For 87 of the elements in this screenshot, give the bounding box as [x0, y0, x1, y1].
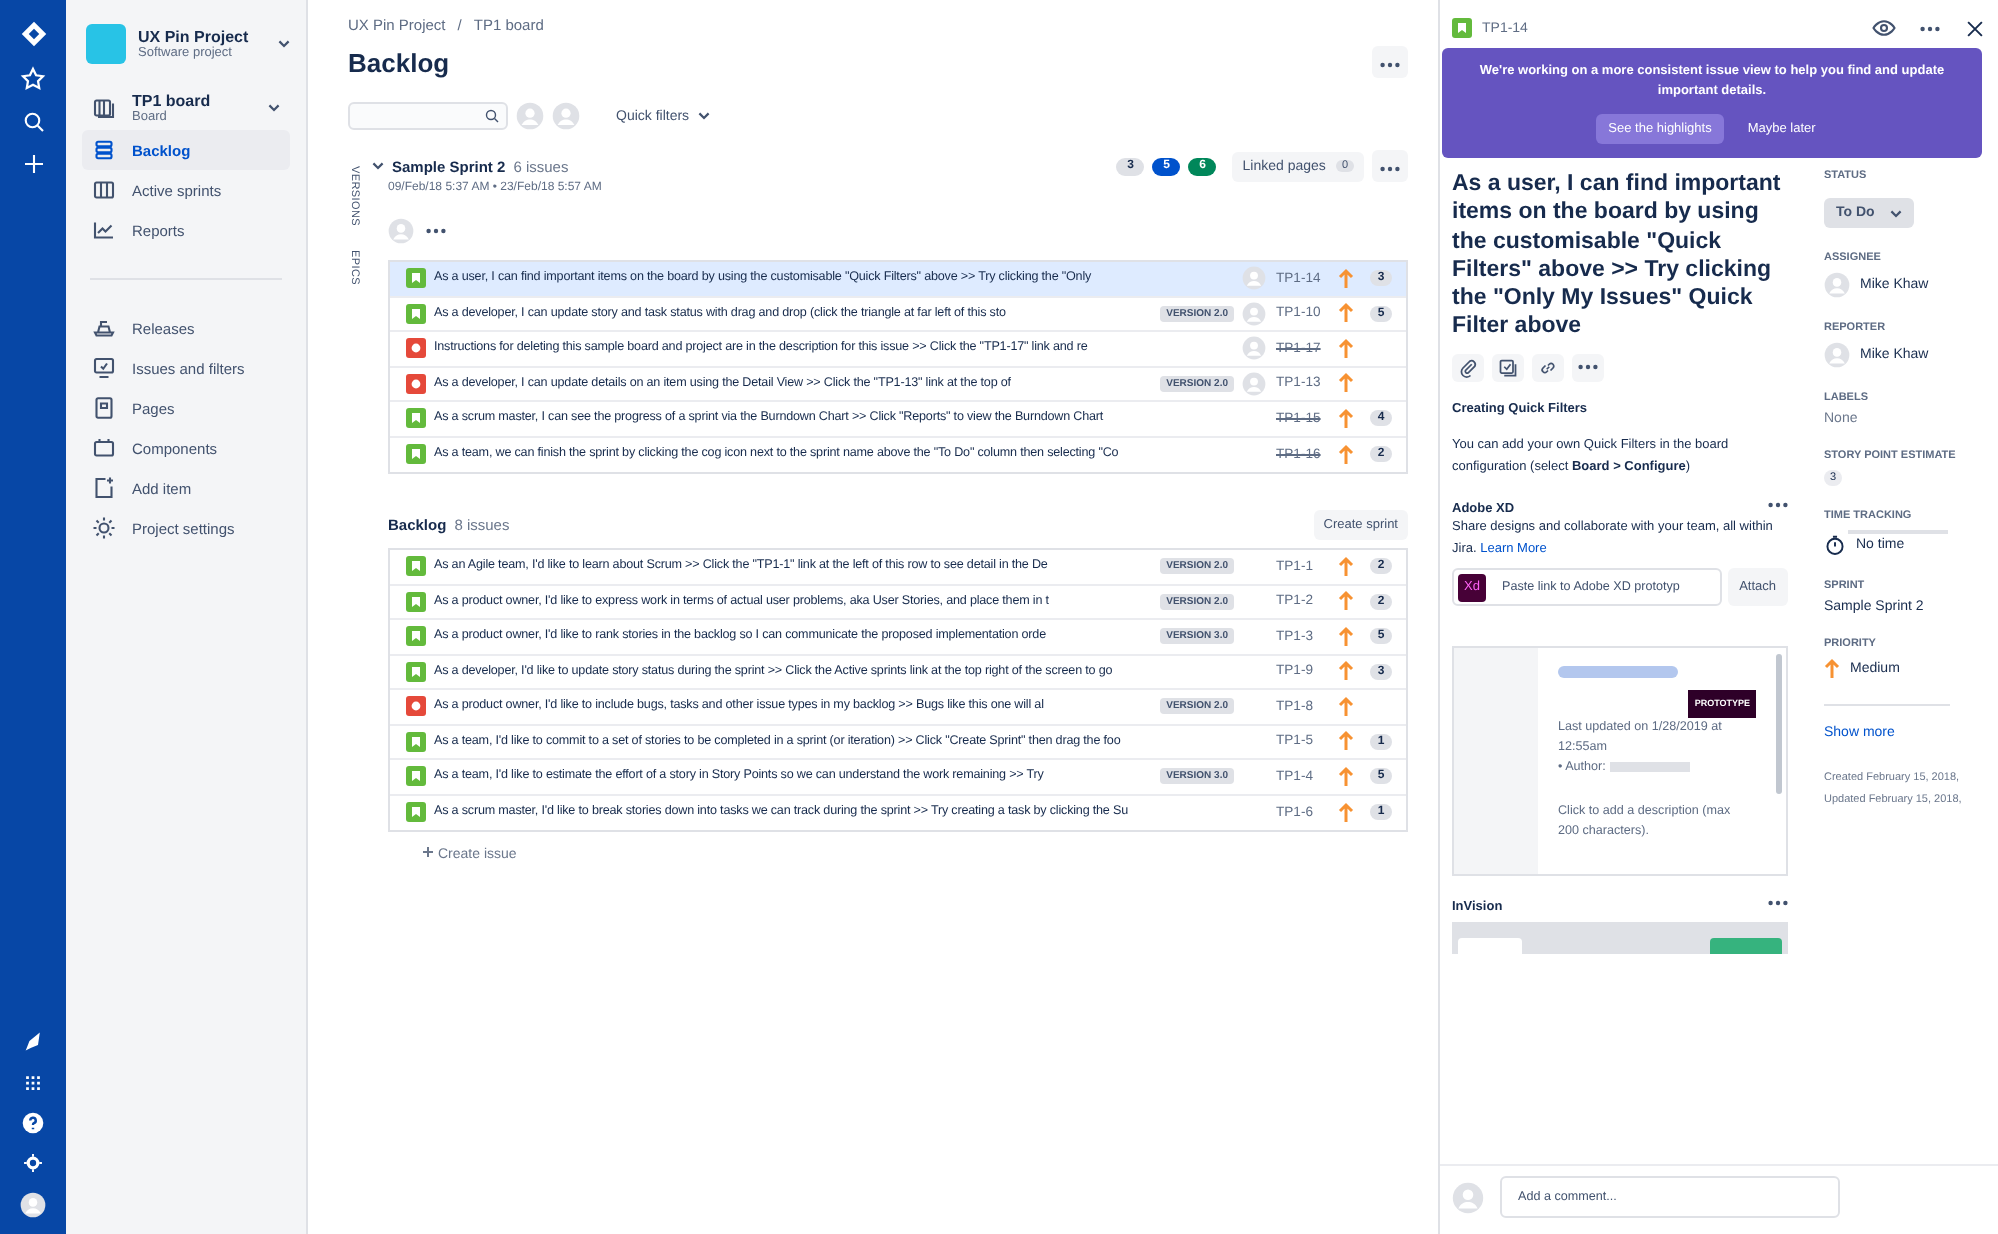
backlog-icon: [92, 138, 116, 162]
bookmark-icon: [406, 661, 426, 682]
avatar-icon: [552, 102, 580, 130]
search-field[interactable]: [348, 102, 508, 130]
blurred-author: [1609, 761, 1690, 772]
board-name[interactable]: TP1 board: [132, 92, 252, 110]
profile-avatar-icon: [20, 1192, 46, 1218]
bookmark-icon: [406, 408, 426, 429]
ship-icon: [92, 316, 116, 340]
avatar-icon: [1452, 1181, 1484, 1213]
diamond-logo-icon[interactable]: [19, 20, 47, 48]
bug-icon: [406, 373, 426, 394]
bookmark-icon: [406, 802, 426, 823]
priority-icon: [1338, 801, 1354, 824]
priority-icon: [1338, 267, 1354, 290]
search-icon: [484, 108, 500, 124]
priority-icon: [1824, 658, 1840, 680]
priority-icon: [1338, 555, 1354, 578]
attach-button[interactable]: [1452, 353, 1484, 382]
bookmark-icon: [406, 591, 426, 612]
page-title: Backlog: [348, 47, 450, 77]
avatar-icon: [1824, 342, 1850, 368]
stopwatch-icon: [1824, 534, 1846, 556]
link-icon: [1538, 357, 1558, 378]
app-grid-icon: [22, 1072, 44, 1094]
more-button[interactable]: [1372, 150, 1408, 182]
priority-icon: [1338, 625, 1354, 648]
bookmark-icon: [406, 444, 426, 465]
eye-icon: [1872, 16, 1896, 40]
avatar-icon: [516, 102, 544, 130]
priority-icon: [1338, 372, 1354, 395]
more-icon: [1380, 62, 1400, 68]
project-logo-icon: [86, 24, 126, 64]
more-icon[interactable]: [1920, 25, 1940, 31]
scrollbar[interactable]: [1776, 653, 1782, 794]
bookmark-icon: [406, 766, 426, 787]
help-icon[interactable]: [22, 1112, 44, 1134]
bookmark-icon: [1452, 18, 1472, 38]
page-icon: [92, 396, 116, 420]
chevron-icon[interactable]: [697, 112, 710, 120]
priority-icon: [1338, 337, 1354, 360]
more-icon[interactable]: [426, 228, 446, 234]
avatar-icon: [1824, 272, 1850, 298]
chevron-icon[interactable]: [268, 104, 280, 112]
more-button[interactable]: [1572, 353, 1604, 382]
collapse-icon[interactable]: [372, 162, 384, 170]
calendar-icon: [92, 436, 116, 460]
chart-icon: [92, 218, 116, 242]
priority-icon: [1338, 590, 1354, 613]
bookmark-icon: [406, 731, 426, 752]
bookmark-icon: [406, 303, 426, 324]
project-name[interactable]: UX Pin Project: [138, 28, 266, 46]
more-button[interactable]: [1372, 46, 1408, 78]
add-page-icon: [92, 476, 116, 500]
priority-icon: [1338, 443, 1354, 466]
board-icon: [92, 96, 116, 120]
bookmark-icon: [406, 626, 426, 647]
bug-icon: [406, 338, 426, 359]
plus-icon: [21, 152, 45, 176]
priority-icon: [1338, 695, 1354, 718]
bug-icon: [406, 696, 426, 717]
bookmark-icon: [406, 556, 426, 577]
more-icon: [1578, 364, 1598, 371]
priority-icon: [1338, 730, 1354, 753]
more-icon[interactable]: [1768, 501, 1788, 508]
search-icon: [21, 110, 45, 134]
monitor-icon: [92, 356, 116, 380]
priority-icon: [1338, 407, 1354, 430]
plus-icon: [422, 846, 434, 858]
issue-title: As a user, I can find important items on the board by using the customisable "Quick Filters" above >> Try clicking the "Only My Issues" Quick Filter above: [1452, 170, 1783, 342]
blurred-title: [1558, 665, 1678, 678]
more-icon[interactable]: [1768, 899, 1788, 906]
star-icon: [20, 66, 46, 92]
caret-icon[interactable]: [1890, 209, 1903, 217]
subtask-button[interactable]: [1492, 353, 1524, 382]
priority-icon: [1338, 765, 1354, 788]
avatar-icon: [388, 218, 414, 244]
checklist-icon: [1498, 357, 1518, 378]
priority-icon: [1338, 302, 1354, 325]
chevron-icon[interactable]: [278, 40, 290, 48]
bookmark-icon: [406, 268, 426, 289]
columns-icon: [92, 178, 116, 202]
priority-icon: [1338, 660, 1354, 683]
link-button[interactable]: [1532, 353, 1564, 382]
more-icon: [1380, 166, 1400, 172]
paperclip-icon: [1458, 357, 1478, 378]
close-icon: [1964, 17, 1986, 39]
